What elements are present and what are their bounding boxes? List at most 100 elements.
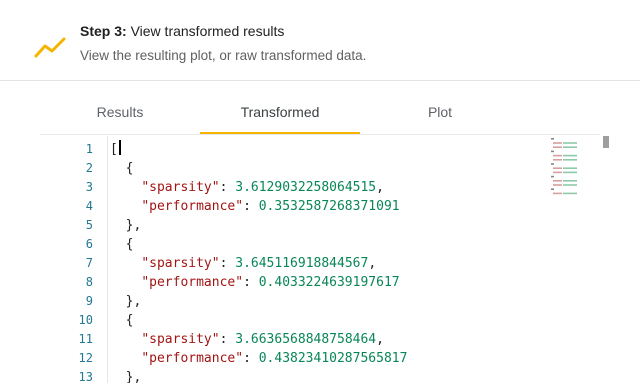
line-number: 9 xyxy=(85,294,93,308)
step-title: Step 3: View transformed results xyxy=(80,23,284,39)
code-line: "performance": 0.4033224639197617 xyxy=(110,273,400,292)
line-number: 10 xyxy=(78,313,93,327)
line-number: 1 xyxy=(85,142,93,156)
code-line: "sparsity": 3.6129032258064515, xyxy=(110,178,384,197)
code-editor[interactable]: 1 2 3 4 5 6 7 8 9 10 11 12 13 [ { "sparsity": 3.6129… xyxy=(40,136,610,383)
json-number: 0.43823410287565817 xyxy=(258,351,408,366)
minimap-line xyxy=(553,171,562,174)
code-line: "sparsity": 3.645116918844567, xyxy=(110,254,376,273)
minimap-line xyxy=(551,150,554,153)
code-line: { xyxy=(110,159,134,178)
minimap-line xyxy=(563,142,577,144)
text-cursor xyxy=(118,140,121,155)
minimap-line xyxy=(563,159,577,161)
line-number: 2 xyxy=(85,161,93,175)
minimap-line xyxy=(551,138,554,140)
line-number-gutter: 1 2 3 4 5 6 7 8 9 10 11 12 13 xyxy=(40,136,108,383)
tabs-divider xyxy=(40,134,600,135)
step-title-text: View transformed results xyxy=(130,23,285,39)
json-number: 0.3532587268371091 xyxy=(258,199,400,214)
code-line: [ xyxy=(110,140,121,159)
line-number: 6 xyxy=(85,237,93,251)
json-separator: : xyxy=(243,351,259,366)
json-key: "performance" xyxy=(141,199,244,214)
editor-scrollbar-thumb[interactable] xyxy=(603,136,609,148)
minimap-line xyxy=(551,188,554,190)
json-punctuation: { xyxy=(125,237,134,252)
json-number: 3.6636568848758464 xyxy=(235,332,377,347)
json-key: "sparsity" xyxy=(141,332,220,347)
json-separator: : xyxy=(243,275,259,290)
json-punctuation: { xyxy=(125,161,134,176)
json-punctuation: }, xyxy=(125,294,142,309)
step-description: View the resulting plot, or raw transfor… xyxy=(80,48,367,63)
minimap-line xyxy=(551,175,554,178)
json-number: 3.6129032258064515 xyxy=(235,180,377,195)
code-area[interactable]: [ { "sparsity": 3.6129032258064515, "per… xyxy=(110,136,550,383)
editor-minimap[interactable] xyxy=(550,136,600,216)
json-number: 3.645116918844567 xyxy=(235,256,369,271)
minimap-line xyxy=(553,142,562,144)
tab-results[interactable]: Results xyxy=(40,92,200,134)
json-separator: : xyxy=(219,332,236,347)
minimap-line xyxy=(553,184,562,186)
line-number: 7 xyxy=(85,256,93,270)
json-punctuation: , xyxy=(368,256,377,271)
line-number: 12 xyxy=(78,351,93,365)
code-line: }, xyxy=(110,216,142,235)
minimap-line xyxy=(551,163,554,165)
minimap-line xyxy=(553,192,562,195)
json-number: 0.4033224639197617 xyxy=(258,275,400,290)
code-line: "performance": 0.43823410287565817 xyxy=(110,349,407,368)
minimap-line xyxy=(553,167,562,169)
line-number: 8 xyxy=(85,275,93,289)
json-punctuation: , xyxy=(376,332,384,347)
minimap-line xyxy=(563,180,577,182)
json-key: "sparsity" xyxy=(141,180,220,195)
minimap-line xyxy=(553,146,562,148)
json-key: "performance" xyxy=(141,275,244,290)
json-separator: : xyxy=(219,180,236,195)
minimap-line xyxy=(563,171,577,174)
minimap-line xyxy=(563,154,577,157)
minimap-line xyxy=(553,180,562,182)
json-punctuation: }, xyxy=(125,218,142,233)
line-number: 4 xyxy=(85,199,93,213)
line-number: 13 xyxy=(78,370,93,383)
code-line: { xyxy=(110,235,134,254)
code-line: }, xyxy=(110,368,142,383)
code-line: "sparsity": 3.6636568848758464, xyxy=(110,330,384,349)
json-separator: : xyxy=(243,199,259,214)
line-number: 3 xyxy=(85,180,93,194)
json-punctuation: , xyxy=(376,180,384,195)
trending-up-icon xyxy=(34,37,66,58)
json-separator: : xyxy=(219,256,236,271)
json-punctuation: }, xyxy=(125,370,142,383)
step-label: Step 3: xyxy=(80,23,127,39)
tab-plot[interactable]: Plot xyxy=(360,92,520,134)
minimap-line xyxy=(553,159,562,161)
tab-transformed[interactable]: Transformed xyxy=(200,92,360,134)
json-punctuation: [ xyxy=(110,142,118,157)
json-key: "performance" xyxy=(141,351,244,366)
code-line: { xyxy=(110,311,134,330)
minimap-line xyxy=(563,146,577,148)
minimap-line xyxy=(553,154,562,157)
line-number: 11 xyxy=(78,332,93,346)
result-tabs: Results Transformed Plot xyxy=(40,92,600,136)
minimap-line xyxy=(563,167,577,169)
minimap-line xyxy=(563,184,577,186)
step-header: Step 3: View transformed results View th… xyxy=(0,0,640,81)
json-punctuation: { xyxy=(125,313,134,328)
